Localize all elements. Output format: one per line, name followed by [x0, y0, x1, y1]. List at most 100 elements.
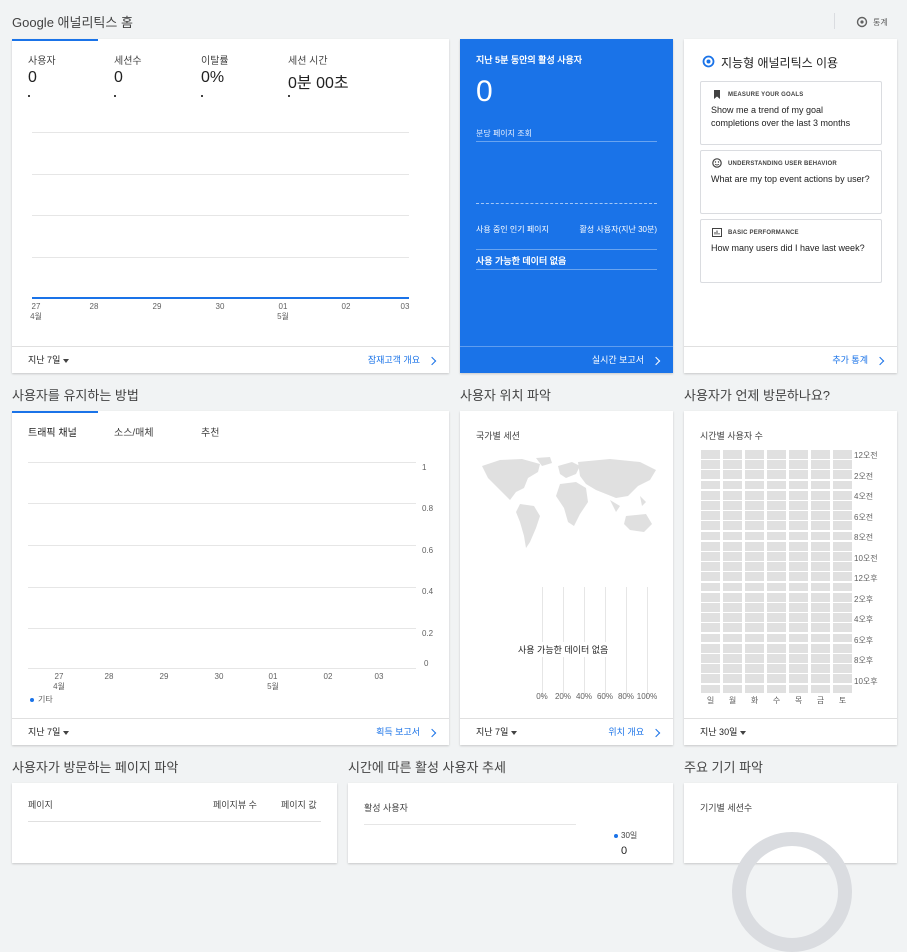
geo-bar-gridline — [626, 587, 627, 697]
heatmap-cell — [833, 552, 852, 561]
heatmap-cell — [767, 684, 786, 694]
metric-sessions-tab[interactable]: 세션수 — [114, 52, 142, 67]
heatmap-cell — [701, 501, 720, 510]
heatmap-cell — [789, 511, 808, 520]
insights-button[interactable]: 통계 — [856, 15, 888, 29]
audience-overview-link[interactable]: 잠재고객 개요 — [368, 353, 437, 366]
heatmap-cell — [723, 592, 742, 602]
date-range-dropdown[interactable]: 지난 7일 — [28, 353, 70, 366]
chevron-right-icon — [651, 728, 661, 737]
heatmap-cell — [701, 633, 720, 643]
heatmap-cell — [811, 521, 830, 531]
heatmap-cell — [767, 592, 786, 602]
hour-label: 12오전 — [854, 451, 878, 460]
legend-label: 기타 — [38, 695, 53, 704]
heatmap-cell — [723, 674, 742, 684]
day-label: 일 — [706, 696, 715, 705]
heatmap-cell — [701, 603, 720, 612]
x-tick: 03 — [400, 302, 410, 311]
metric-users-sparkline — [28, 95, 30, 97]
tab-referrals[interactable]: 추천 — [201, 424, 219, 439]
legend-dot-icon — [30, 697, 34, 702]
chart-box-icon — [712, 228, 722, 237]
metric-users-value: 0 — [28, 69, 37, 86]
location-overview-link[interactable]: 위치 개요 — [608, 725, 661, 738]
heatmap-cell — [767, 552, 786, 561]
date-range-dropdown[interactable]: 지난 7일 — [28, 725, 70, 738]
chevron-right-icon — [427, 728, 437, 737]
realtime-report-link[interactable]: 실시간 보고서 — [592, 353, 661, 366]
date-range-dropdown[interactable]: 지난 7일 — [476, 725, 518, 738]
heatmap-cell — [811, 603, 830, 612]
col-header-pageviews: 페이지뷰 수 — [213, 800, 257, 810]
x-tick: 28 — [89, 302, 99, 311]
heatmap-cell — [723, 582, 742, 592]
overview-card: 사용자 0 세션수 0 이탈률 0% 세션 시간 0분 00초 27 4월 28 … — [12, 39, 449, 373]
heatmap-cell — [745, 633, 764, 643]
y-tick: 0.2 — [422, 629, 434, 638]
heatmap-cell — [833, 684, 852, 694]
heatmap-cell — [767, 623, 786, 633]
active-users-card: 활성 사용자 30일 0 — [348, 783, 673, 863]
bookmark-icon — [714, 90, 720, 99]
heatmap-cell — [723, 664, 742, 673]
heatmap-cell — [745, 684, 764, 694]
geo-card: 국가별 세션 사용 가능한 데이터 없음 0% 20% 40% 60% 80% … — [460, 411, 673, 745]
world-map — [482, 457, 656, 548]
heatmap-cell — [701, 643, 720, 653]
heatmap-cell — [767, 562, 786, 571]
heatmap-cell — [767, 490, 786, 500]
insight-question: What are my top event actions by user? — [711, 174, 870, 184]
tab-traffic-channel[interactable]: 트래픽 채널 — [28, 424, 77, 439]
intelligence-footer: 추가 통계 — [684, 346, 897, 373]
more-insights-link[interactable]: 추가 통계 — [832, 353, 885, 366]
heatmap-cell — [833, 460, 852, 469]
metric-duration-tab[interactable]: 세션 시간 — [288, 52, 328, 67]
x-tick: 29 — [152, 302, 162, 311]
section-title-retain: 사용자를 유지하는 방법 — [12, 388, 139, 403]
heatmap-cell — [833, 654, 852, 663]
insight-card-goals[interactable]: MEASURE YOUR GOALS Show me a trend of my… — [700, 81, 882, 145]
acquisition-report-link[interactable]: 획득 보고서 — [376, 725, 437, 738]
legend-other: 기타 — [30, 694, 53, 705]
heatmap-cell — [745, 470, 764, 480]
gridline — [32, 132, 409, 133]
heatmap-cell — [789, 674, 808, 684]
y-tick: 0.8 — [422, 504, 434, 513]
heatmap-cell — [789, 613, 808, 622]
day-label: 월 — [728, 696, 737, 705]
insight-category: BASIC PERFORMANCE — [728, 230, 799, 236]
heatmap-cell — [701, 664, 720, 673]
gridline — [28, 668, 416, 669]
heatmap-cell — [811, 684, 830, 694]
tab-source-medium[interactable]: 소스/매체 — [114, 424, 154, 439]
chevron-right-icon — [427, 356, 437, 365]
metric-users-tab[interactable]: 사용자 — [28, 52, 56, 67]
heatmap-cell — [723, 654, 742, 663]
heatmap-cell — [745, 592, 764, 602]
realtime-no-data: 사용 가능한 데이터 없음 — [476, 256, 567, 266]
heatmap-cell — [789, 562, 808, 571]
insight-question: Show me a trend of my goal completions o… — [711, 105, 851, 128]
divider — [476, 141, 657, 142]
heatmap-cell — [745, 531, 764, 541]
heatmap-cell — [767, 582, 786, 592]
section-title-location: 사용자 위치 파악 — [460, 388, 551, 403]
gridline — [28, 628, 416, 629]
hour-label: 4오후 — [854, 615, 874, 624]
insight-card-behavior[interactable]: UNDERSTANDING USER BEHAVIOR What are my … — [700, 150, 882, 214]
heatmap-cell — [789, 450, 808, 459]
heatmap-cell — [745, 664, 764, 673]
x-tick: 29 — [159, 672, 169, 681]
insight-card-performance[interactable]: BASIC PERFORMANCE How many users did I h… — [700, 219, 882, 283]
heatmap-cell — [833, 470, 852, 480]
heatmap-cell — [811, 613, 830, 622]
heatmap-cell — [811, 674, 830, 684]
intelligence-card: 지능형 애널리틱스 이용 MEASURE YOUR GOALS Show me … — [684, 39, 897, 373]
heatmap-cell — [723, 603, 742, 612]
section-title-active-trend: 시간에 따른 활성 사용자 추세 — [348, 760, 506, 775]
date-range-dropdown[interactable]: 지난 30일 — [700, 725, 747, 738]
heatmap-cell — [745, 562, 764, 571]
metric-bounce-tab[interactable]: 이탈률 — [201, 52, 229, 67]
heatmap-cell — [723, 562, 742, 571]
